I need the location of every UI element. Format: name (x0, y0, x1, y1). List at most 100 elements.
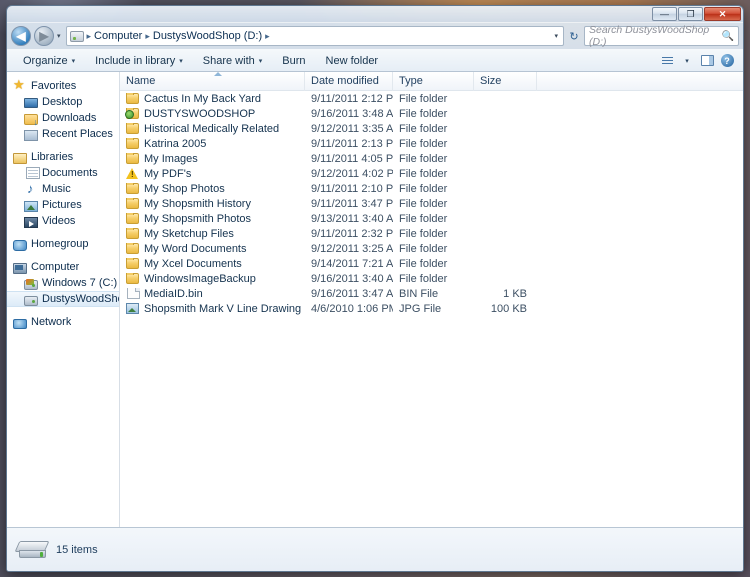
file-type-cell: File folder (399, 92, 448, 105)
sidebar-item-music[interactable]: Music (7, 181, 119, 197)
column-header-type[interactable]: Type (393, 71, 474, 91)
file-name-cell[interactable]: My Shopsmith History (120, 197, 305, 210)
column-header-date-modified[interactable]: Date modified (305, 71, 393, 91)
file-date-cell: 9/11/2011 2:13 PM (311, 137, 393, 150)
table-row[interactable]: Shopsmith Mark V Line Drawing 4/6/2010 1:… (120, 301, 743, 316)
organize-button[interactable]: Organize ▾ (13, 50, 85, 71)
table-row[interactable]: My Shopsmith History 9/11/2011 3:47 PM Fil… (120, 196, 743, 211)
sidebar-item-videos[interactable]: Videos (7, 213, 119, 229)
search-icon: 🔍 (721, 30, 734, 42)
folder-icon (126, 92, 139, 104)
address-bar-row: ◀ ▶ ▾ ▸ Computer ▸ DustysWoodShop (D:) ▸… (7, 23, 743, 49)
sidebar-item-dustyswoodshop-d[interactable]: DustysWoodShop (D (7, 291, 119, 307)
sidebar-item-downloads[interactable]: Downloads (7, 110, 119, 127)
file-name-cell[interactable]: My Images (120, 152, 305, 165)
breadcrumb[interactable]: ▸ Computer ▸ DustysWoodShop (D:) ▸ ▾ (65, 26, 564, 46)
table-row[interactable]: Cactus In My Back Yard 9/11/2011 2:12 PM F… (120, 91, 743, 106)
table-row[interactable]: My PDF's 9/12/2011 4:02 PM File folder (120, 166, 743, 181)
sidebar-label: Windows 7 (C:) (42, 277, 118, 289)
sidebar-item-recent-places[interactable]: Recent Places (7, 126, 119, 142)
file-name-cell[interactable]: My Sketchup Files (120, 227, 305, 240)
hard-drive-icon (14, 539, 50, 561)
column-headers: Name Date modified Type Size (120, 71, 743, 91)
forward-button[interactable]: ▶ (34, 26, 54, 46)
history-dropdown-icon[interactable]: ▾ (57, 32, 63, 40)
file-name-cell[interactable]: My Xcel Documents (120, 257, 305, 270)
file-name-cell[interactable]: My PDF's (120, 168, 305, 180)
share-with-button[interactable]: Share with ▾ (193, 50, 273, 71)
preview-pane-icon[interactable] (697, 55, 717, 66)
table-row[interactable]: Katrina 2005 9/11/2011 2:13 PM File folder (120, 136, 743, 151)
sidebar-item-desktop[interactable]: Desktop (7, 94, 119, 110)
sidebar-item-windows-c[interactable]: Windows 7 (C:) (7, 275, 119, 291)
sidebar-item-libraries[interactable]: Libraries (7, 149, 119, 165)
shared-folder-icon (125, 107, 139, 119)
table-row[interactable]: My Sketchup Files 9/11/2011 2:32 PM File f… (120, 226, 743, 241)
nav-group-network: Network (7, 314, 119, 330)
share-with-label: Share with (202, 54, 255, 67)
maximize-button[interactable]: ❐ (678, 7, 703, 21)
file-type-cell: File folder (399, 212, 448, 225)
include-in-library-button[interactable]: Include in library ▾ (85, 50, 193, 71)
sidebar-item-homegroup[interactable]: Homegroup (7, 236, 119, 252)
back-button[interactable]: ◀ (11, 26, 31, 46)
refresh-icon[interactable]: ↻ (567, 30, 581, 43)
file-name-cell[interactable]: MediaID.bin (120, 287, 305, 300)
file-name-label: My Word Documents (144, 242, 247, 255)
table-row[interactable]: My Word Documents 9/12/2011 3:25 AM File f… (120, 241, 743, 256)
table-row[interactable]: My Xcel Documents 9/14/2011 7:21 AM File f… (120, 256, 743, 271)
folder-icon (126, 137, 139, 149)
file-name-cell[interactable]: DUSTYSWOODSHOP (120, 107, 305, 120)
file-name-cell[interactable]: Katrina 2005 (120, 137, 305, 150)
file-date-cell: 9/11/2011 4:05 PM (311, 152, 393, 165)
sidebar-item-favorites[interactable]: Favorites (7, 77, 119, 94)
chevron-down-icon[interactable]: ▾ (554, 32, 560, 40)
file-name-cell[interactable]: Cactus In My Back Yard (120, 92, 305, 105)
file-date-cell: 9/11/2011 2:12 PM (311, 92, 393, 105)
file-name-cell[interactable]: My Shop Photos (120, 182, 305, 195)
file-name-cell[interactable]: Historical Medically Related (120, 122, 305, 135)
sidebar-item-documents[interactable]: Documents (7, 165, 119, 181)
file-date-cell: 9/14/2011 7:21 AM (311, 257, 393, 270)
file-name-cell[interactable]: My Shopsmith Photos (120, 212, 305, 225)
burn-button[interactable]: Burn (272, 50, 315, 71)
breadcrumb-drive[interactable]: DustysWoodShop (D:) (153, 30, 262, 42)
include-in-library-label: Include in library (95, 54, 176, 67)
sidebar-item-computer[interactable]: Computer (7, 259, 119, 275)
file-name-cell[interactable]: Shopsmith Mark V Line Drawing (120, 303, 305, 315)
change-view-icon[interactable] (657, 56, 677, 65)
file-name-label: My Images (144, 152, 198, 165)
column-header-name[interactable]: Name (120, 71, 305, 91)
column-header-size[interactable]: Size (474, 71, 537, 91)
table-row[interactable]: My Shopsmith Photos 9/13/2011 3:40 AM File… (120, 211, 743, 226)
new-folder-button[interactable]: New folder (316, 50, 389, 71)
file-size-cell: 100 KB (490, 302, 527, 315)
file-name-cell[interactable]: My Word Documents (120, 242, 305, 255)
view-dropdown-caret[interactable]: ▾ (677, 57, 697, 65)
help-icon[interactable]: ? (717, 54, 737, 67)
file-name-label: WindowsImageBackup (144, 272, 256, 285)
file-date-cell: 9/12/2011 4:02 PM (311, 167, 393, 180)
file-type-cell: File folder (399, 227, 448, 240)
sidebar-label: Documents (42, 167, 98, 179)
close-button[interactable]: ✕ (704, 7, 741, 21)
table-row[interactable]: My Shop Photos 9/11/2011 2:10 PM File fold… (120, 181, 743, 196)
table-row[interactable]: WindowsImageBackup 9/16/2011 3:40 AM File … (120, 271, 743, 286)
table-row[interactable]: My Images 9/11/2011 4:05 PM File folder (120, 151, 743, 166)
file-date-cell: 9/16/2011 3:47 AM (311, 287, 393, 300)
title-bar: — ❐ ✕ (7, 6, 743, 23)
search-input[interactable]: Search DustysWoodShop (D:) 🔍 (584, 24, 739, 48)
file-date-cell: 4/6/2010 1:06 PM (311, 302, 393, 315)
sidebar-item-network[interactable]: Network (7, 314, 119, 330)
file-list-view: Name Date modified Type Size Cactus In M… (120, 71, 743, 527)
breadcrumb-separator-0: ▸ (86, 30, 92, 41)
minimize-button[interactable]: — (652, 7, 677, 21)
file-name-cell[interactable]: WindowsImageBackup (120, 272, 305, 285)
sidebar-item-pictures[interactable]: Pictures (7, 197, 119, 213)
table-row[interactable]: DUSTYSWOODSHOP 9/16/2011 3:48 AM File fold… (120, 106, 743, 121)
search-placeholder: Search DustysWoodShop (D:) (589, 24, 710, 48)
breadcrumb-computer[interactable]: Computer (94, 30, 142, 42)
table-row[interactable]: MediaID.bin 9/16/2011 3:47 AM BIN File 1 KB (120, 286, 743, 301)
sidebar-label: Libraries (31, 151, 74, 163)
table-row[interactable]: Historical Medically Related 9/12/2011 3:… (120, 121, 743, 136)
